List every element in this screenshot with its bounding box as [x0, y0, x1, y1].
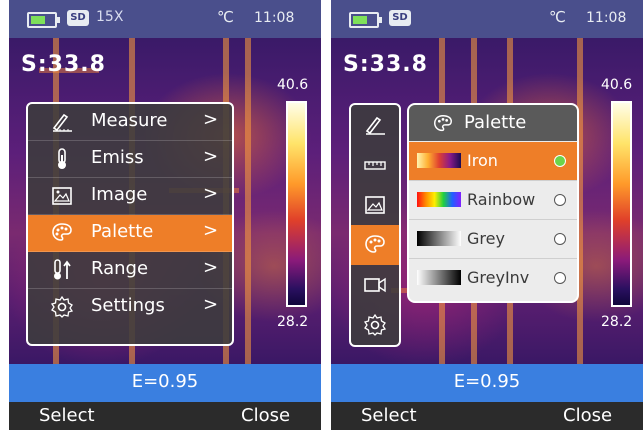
greyinv-swatch [417, 270, 461, 285]
measure-icon [52, 113, 72, 132]
menu-item-range[interactable]: Range > [28, 252, 232, 289]
sd-card-icon: SD [67, 10, 89, 26]
color-scale-bar [286, 101, 307, 307]
image-icon [365, 196, 385, 214]
status-bar: SD ℃ 11:08 [331, 0, 643, 38]
menu-item-label: Settings [91, 295, 165, 316]
menu-item-palette[interactable]: Palette > [28, 215, 232, 252]
thermometer-icon [58, 148, 66, 169]
palette-popup: Palette Iron Rainbow Grey GreyInv [407, 103, 579, 303]
iron-swatch [417, 153, 461, 168]
palette-option-label: GreyInv [467, 268, 530, 287]
video-icon [364, 277, 386, 293]
ruler-icon [364, 161, 386, 170]
spot-temperature: S:33.8 [21, 52, 106, 77]
image-icon [52, 187, 72, 205]
color-scale-bar [611, 101, 632, 307]
main-menu: Measure > Emiss > Image > Palette > Rang… [26, 102, 234, 346]
battery-icon [27, 12, 60, 28]
temperature-unit: ℃ [217, 8, 234, 26]
select-softkey[interactable]: Select [39, 405, 95, 426]
menu-item-label: Emiss [91, 147, 144, 168]
radio-selected-icon [554, 155, 566, 167]
status-bar: SD 15X ℃ 11:08 [9, 0, 321, 38]
emissivity-value: E=0.95 [131, 371, 199, 392]
menu-item-label: Palette [91, 221, 154, 242]
palette-option-greyinv[interactable]: GreyInv [409, 259, 577, 297]
chevron-right-icon: > [203, 109, 219, 130]
menu-item-emiss[interactable]: Emiss > [28, 141, 232, 178]
menu-item-settings[interactable]: Settings > [28, 289, 232, 325]
gear-icon [363, 313, 387, 336]
scale-max: 40.6 [601, 77, 633, 93]
side-item-image[interactable] [351, 185, 399, 225]
battery-icon [349, 12, 382, 28]
side-item-ruler[interactable] [351, 145, 399, 185]
measure-icon [365, 116, 385, 135]
menu-item-label: Measure [91, 110, 168, 131]
sd-card-icon: SD [389, 10, 411, 26]
palette-icon [52, 223, 72, 241]
menu-item-label: Image [91, 184, 148, 205]
palette-popup-header: Palette [409, 105, 577, 141]
menu-item-image[interactable]: Image > [28, 178, 232, 215]
radio-icon [554, 233, 566, 245]
menu-item-measure[interactable]: Measure > [28, 104, 232, 141]
side-item-measure[interactable] [351, 105, 399, 145]
palette-option-iron[interactable]: Iron [409, 142, 577, 181]
palette-option-rainbow[interactable]: Rainbow [409, 181, 577, 220]
clock: 11:08 [254, 10, 295, 26]
scale-min: 28.2 [601, 314, 633, 330]
side-item-palette[interactable] [351, 225, 399, 265]
chevron-right-icon: > [203, 294, 219, 315]
zoom-level: 15X [96, 9, 124, 25]
side-item-settings[interactable] [351, 305, 399, 345]
radio-icon [554, 272, 566, 284]
grey-swatch [417, 231, 461, 246]
chevron-right-icon: > [203, 257, 219, 278]
device-screen-main-menu: SD 15X ℃ 11:08 S:33.8 40.6 28.2 Measure … [9, 0, 321, 430]
select-softkey[interactable]: Select [361, 405, 417, 426]
palette-icon [434, 115, 452, 132]
scale-max: 40.6 [277, 77, 309, 93]
menu-item-label: Range [91, 258, 149, 279]
palette-option-grey[interactable]: Grey [409, 220, 577, 259]
range-icon [54, 259, 71, 280]
popup-title: Palette [464, 112, 527, 133]
temperature-unit: ℃ [549, 8, 566, 26]
chevron-right-icon: > [203, 146, 219, 167]
chevron-right-icon: > [203, 220, 219, 241]
close-softkey[interactable]: Close [563, 405, 612, 426]
scale-min: 28.2 [277, 314, 309, 330]
palette-option-label: Iron [467, 151, 498, 170]
rainbow-swatch [417, 192, 461, 207]
close-softkey[interactable]: Close [241, 405, 290, 426]
collapsed-menu [349, 103, 401, 347]
palette-option-label: Rainbow [467, 190, 536, 209]
spot-temperature: S:33.8 [343, 52, 428, 77]
gear-icon [50, 295, 74, 318]
emissivity-value: E=0.95 [453, 371, 521, 392]
clock: 11:08 [586, 10, 627, 26]
palette-option-label: Grey [467, 229, 505, 248]
radio-icon [554, 194, 566, 206]
side-item-video[interactable] [351, 265, 399, 305]
device-screen-palette-menu: SD ℃ 11:08 S:33.8 40.6 28.2 Palette Iron… [331, 0, 643, 430]
palette-icon [365, 235, 385, 253]
chevron-right-icon: > [203, 183, 219, 204]
